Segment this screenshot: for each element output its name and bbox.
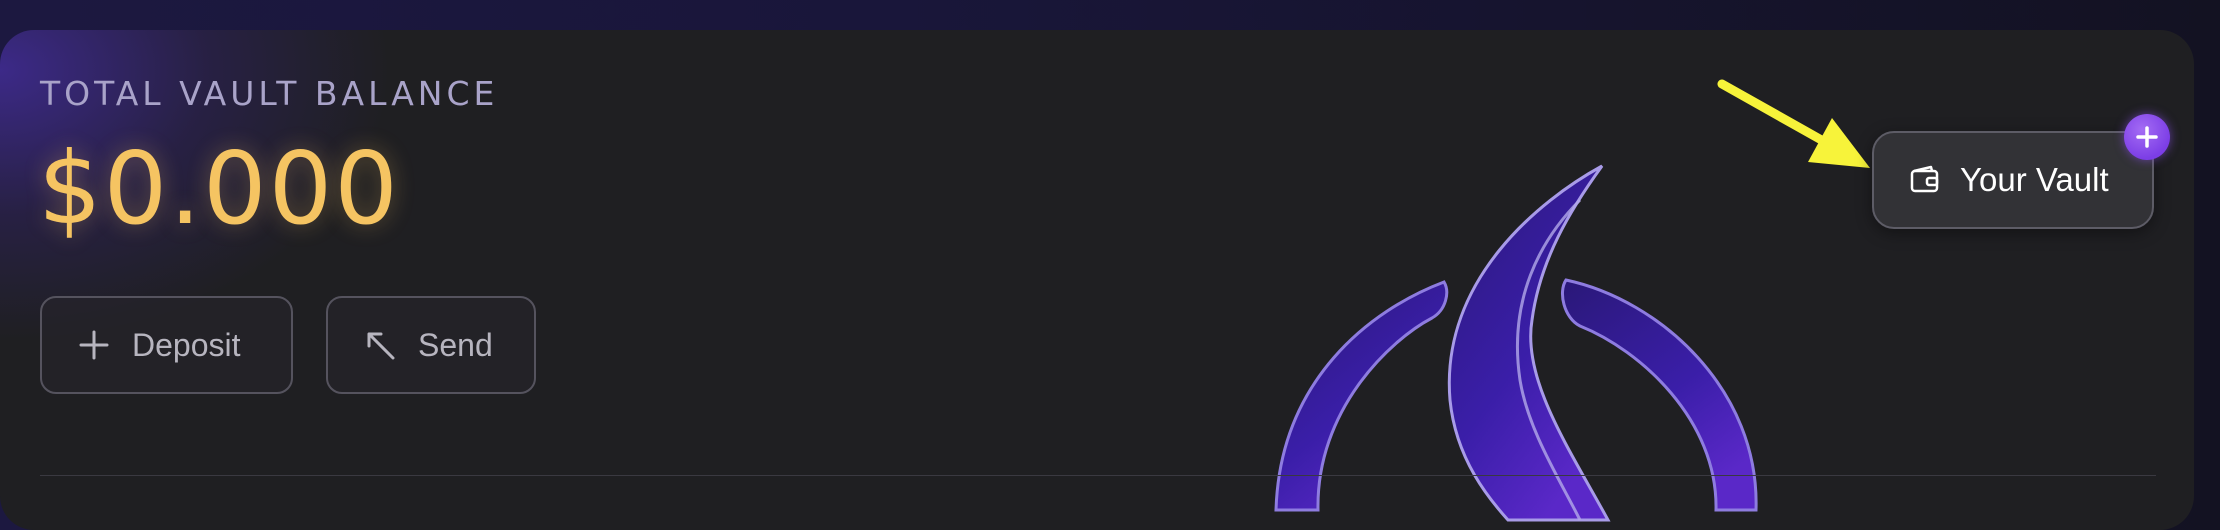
your-vault-label: Your Vault [1960, 161, 2109, 198]
annotation-arrow-icon [1717, 79, 1870, 168]
deposit-button[interactable]: Deposit [40, 296, 293, 394]
vault-balance-amount: $0.000 [38, 130, 400, 247]
vault-balance-title: TOTAL VAULT BALANCE [40, 74, 499, 113]
flame-logo [1274, 164, 1758, 522]
plus-icon [76, 327, 112, 363]
add-vault-badge[interactable] [2124, 114, 2170, 160]
wallet-icon [1908, 163, 1942, 197]
arrow-up-left-icon [362, 327, 398, 363]
send-button[interactable]: Send [326, 296, 536, 394]
plus-icon [2136, 126, 2158, 148]
send-label: Send [418, 326, 493, 363]
divider [40, 475, 2156, 476]
your-vault-button[interactable]: Your Vault [1872, 131, 2154, 229]
deposit-label: Deposit [132, 326, 241, 363]
